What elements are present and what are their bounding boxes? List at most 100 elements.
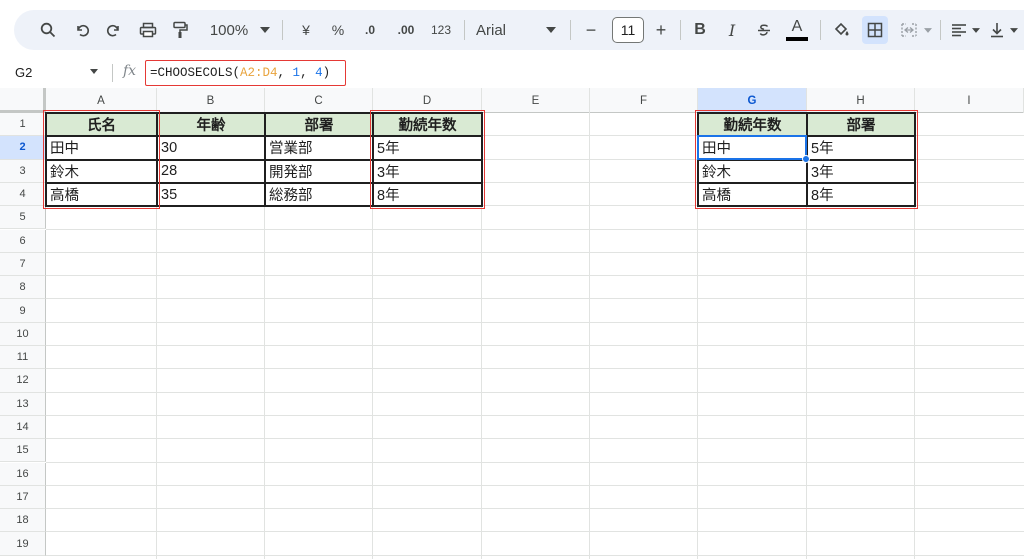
font-family-select[interactable]: Arial [476, 10, 536, 50]
zoom-select[interactable]: 100% [204, 10, 254, 50]
fx-label: fx [123, 63, 137, 79]
column-header-g[interactable]: G [698, 88, 807, 113]
row-header-16[interactable]: 16 [0, 462, 46, 486]
source-cell[interactable]: 3年 [373, 160, 482, 183]
row-header-5[interactable]: 5 [0, 206, 46, 230]
increase-decimal-label: .00 [397, 23, 415, 37]
result-cell[interactable]: 高橋 [698, 183, 807, 206]
row-header-19[interactable]: 19 [0, 532, 46, 556]
source-cell[interactable]: 高橋 [46, 183, 157, 206]
font-size-decrease-button[interactable]: − [580, 10, 602, 50]
borders-icon[interactable] [862, 16, 888, 44]
paint-format-icon[interactable] [168, 10, 192, 50]
merge-cells-icon[interactable] [896, 10, 922, 50]
result-table-divider [698, 181, 915, 184]
row-header-8[interactable]: 8 [0, 276, 46, 300]
source-cell[interactable]: 5年 [373, 136, 482, 159]
row-header-2[interactable]: 2 [0, 136, 46, 160]
search-icon[interactable] [36, 10, 60, 50]
align-left-icon[interactable] [948, 10, 970, 50]
formula-range: A2:D4 [240, 66, 278, 80]
gridline-horizontal [46, 228, 1024, 230]
column-header-e[interactable]: E [482, 88, 590, 113]
row-header-6[interactable]: 6 [0, 229, 46, 253]
chevron-down-icon[interactable] [544, 10, 558, 50]
row-header-10[interactable]: 10 [0, 322, 46, 346]
column-header-b[interactable]: B [157, 88, 265, 113]
bold-button[interactable]: B [688, 10, 712, 50]
source-header-cell[interactable]: 氏名 [46, 113, 157, 137]
source-table-divider [46, 158, 482, 161]
result-cell[interactable]: 8年 [807, 183, 915, 206]
row-header-11[interactable]: 11 [0, 346, 46, 370]
result-cell[interactable]: 3年 [807, 160, 915, 183]
select-all-corner[interactable] [0, 88, 46, 113]
italic-button[interactable]: I [720, 10, 744, 50]
undo-icon[interactable] [70, 10, 94, 50]
text-color-button[interactable]: A [784, 10, 810, 50]
gridline-horizontal [46, 484, 1024, 486]
column-header-f[interactable]: F [590, 88, 698, 113]
number-format-button[interactable]: 123 [426, 10, 456, 50]
row-header-15[interactable]: 15 [0, 439, 46, 463]
result-cell[interactable]: 田中 [698, 136, 807, 159]
row-header-1[interactable]: 1 [0, 113, 46, 137]
toolbar-divider [464, 20, 465, 40]
source-cell[interactable]: 35 [157, 183, 265, 206]
name-box[interactable]: G2 [15, 65, 32, 80]
fill-color-icon[interactable] [828, 10, 854, 50]
column-header-a[interactable]: A [46, 88, 157, 113]
source-cell[interactable]: 鈴木 [46, 160, 157, 183]
column-header-d[interactable]: D [373, 88, 482, 113]
print-icon[interactable] [136, 10, 160, 50]
source-header-cell[interactable]: 年齢 [157, 113, 265, 137]
row-header-13[interactable]: 13 [0, 392, 46, 416]
row-header-14[interactable]: 14 [0, 415, 46, 440]
fill-handle[interactable] [802, 154, 810, 163]
result-cell[interactable]: 鈴木 [698, 160, 807, 183]
chevron-down-icon[interactable] [258, 10, 272, 50]
font-size-input[interactable]: 11 [612, 17, 644, 43]
source-header-cell[interactable]: 勤続年数 [373, 113, 482, 137]
column-header-c[interactable]: C [265, 88, 373, 113]
increase-decimal-button[interactable]: .00 [390, 10, 422, 50]
source-table-divider [46, 135, 482, 138]
source-cell[interactable]: 営業部 [265, 136, 373, 159]
result-cell[interactable]: 5年 [807, 136, 915, 159]
chevron-down-icon[interactable] [90, 69, 98, 74]
formula-input[interactable]: =CHOOSECOLS(A2:D4, 1, 4) [145, 60, 346, 86]
vertical-align-bottom-icon[interactable] [986, 10, 1008, 50]
formula-function: =CHOOSECOLS( [150, 66, 241, 80]
source-header-cell[interactable]: 部署 [265, 113, 373, 137]
zoom-value: 100% [209, 21, 249, 39]
source-cell[interactable]: 28 [157, 160, 265, 183]
font-size-increase-button[interactable]: + [650, 10, 672, 50]
column-header-i[interactable]: I [915, 88, 1024, 113]
row-header-3[interactable]: 3 [0, 159, 46, 183]
gridline-horizontal [46, 391, 1024, 393]
source-cell[interactable]: 8年 [373, 183, 482, 206]
italic-label: I [728, 20, 736, 40]
row-header-18[interactable]: 18 [0, 509, 46, 533]
source-cell[interactable]: 田中 [46, 136, 157, 159]
row-header-7[interactable]: 7 [0, 252, 46, 277]
strikethrough-icon[interactable] [752, 10, 776, 50]
row-header-12[interactable]: 12 [0, 369, 46, 393]
currency-format-button[interactable]: ¥ [294, 10, 318, 50]
source-cell[interactable]: 開発部 [265, 160, 373, 183]
chevron-down-icon[interactable] [1008, 10, 1020, 50]
row-header-17[interactable]: 17 [0, 485, 46, 510]
decrease-decimal-button[interactable]: .0 [356, 10, 384, 50]
column-header-h[interactable]: H [807, 88, 915, 113]
source-cell[interactable]: 総務部 [265, 183, 373, 206]
percent-format-button[interactable]: % [326, 10, 350, 50]
chevron-down-icon[interactable] [922, 10, 934, 50]
row-header-4[interactable]: 4 [0, 182, 46, 207]
chevron-down-icon[interactable] [970, 10, 982, 50]
redo-icon[interactable] [102, 10, 126, 50]
result-header-cell[interactable]: 部署 [807, 113, 915, 137]
result-header-cell[interactable]: 勤続年数 [698, 113, 807, 137]
row-header-9[interactable]: 9 [0, 299, 46, 323]
toolbar-divider [940, 20, 941, 40]
source-cell[interactable]: 30 [157, 136, 265, 159]
